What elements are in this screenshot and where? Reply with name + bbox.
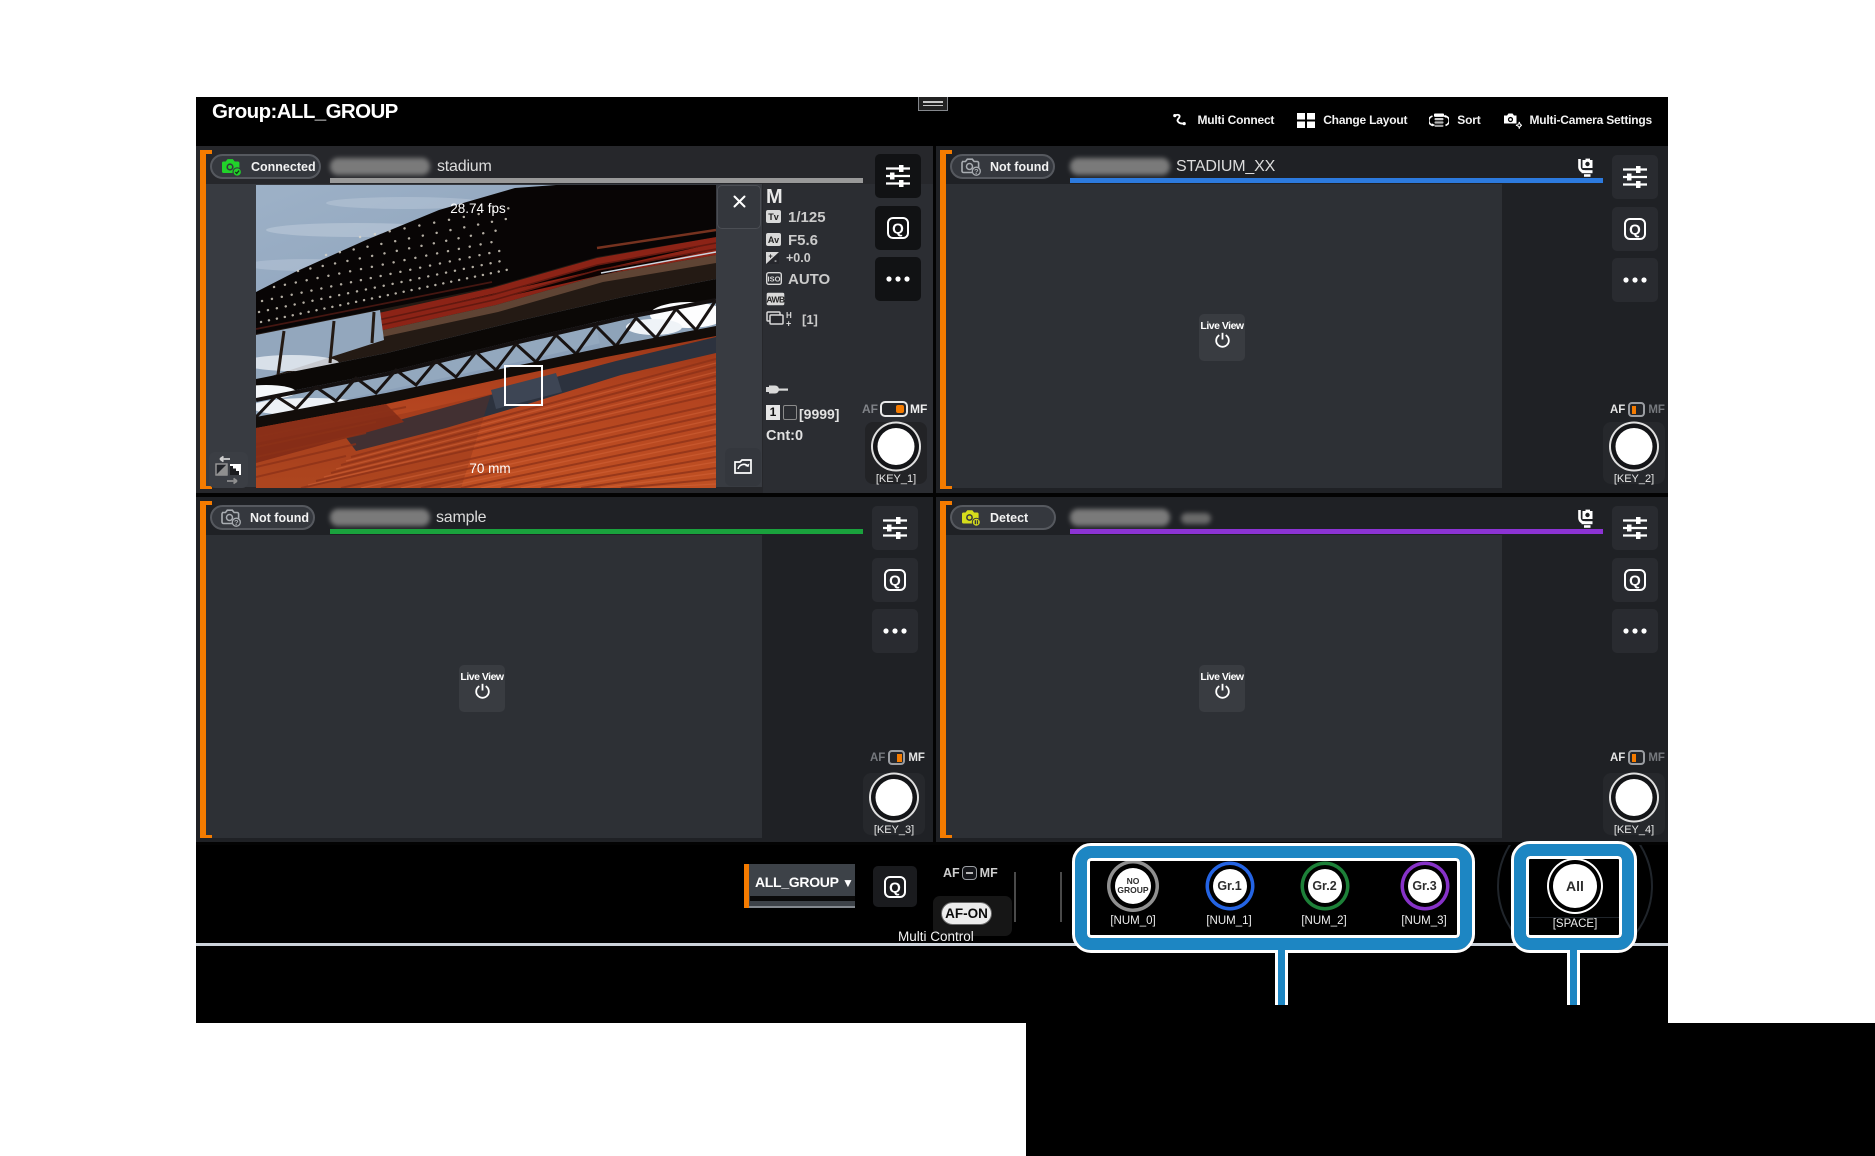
svg-text:Tv: Tv — [768, 212, 779, 222]
svg-text:?: ? — [974, 167, 979, 176]
svg-text:?: ? — [234, 518, 239, 527]
svg-text:Q: Q — [889, 573, 901, 590]
svg-text:Av: Av — [768, 235, 779, 245]
svg-text:ISO: ISO — [768, 275, 781, 284]
svg-text:Q: Q — [889, 879, 901, 896]
svg-text:Q: Q — [1629, 573, 1641, 590]
svg-text:+: + — [768, 254, 772, 261]
svg-text:70 mm: 70 mm — [469, 461, 510, 476]
svg-text:AWB: AWB — [766, 295, 785, 305]
svg-text:Q: Q — [1629, 222, 1641, 239]
svg-text:+: + — [786, 319, 791, 328]
svg-text:Q: Q — [892, 221, 904, 238]
svg-text:28.74 fps: 28.74 fps — [450, 201, 506, 216]
